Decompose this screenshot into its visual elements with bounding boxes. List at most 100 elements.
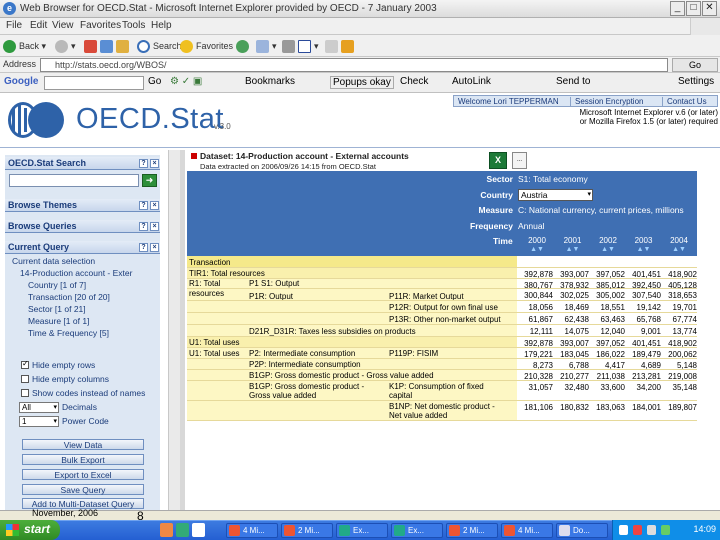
query-tree-item[interactable]: 14-Production account - Exter [20, 268, 132, 279]
maximize-button[interactable]: □ [686, 1, 701, 16]
settings-button[interactable]: Settings [678, 76, 714, 87]
collapse-icon[interactable]: × [150, 243, 159, 252]
sendto-button[interactable]: Send to [556, 76, 590, 87]
menu-help[interactable]: Help [151, 20, 172, 31]
google-go-button[interactable]: Go [148, 76, 161, 87]
browse-themes-header[interactable]: Browse Themes ? × [5, 199, 160, 212]
query-tree-item[interactable]: Country [1 of 7] [28, 280, 86, 291]
menu-file[interactable]: File [6, 20, 22, 31]
google-search-input[interactable] [44, 76, 144, 90]
quicklaunch-icon[interactable] [160, 523, 173, 537]
help-icon[interactable]: ? [139, 159, 148, 168]
address-go-button[interactable]: Go [672, 58, 718, 72]
favorites-button[interactable]: Favorites [180, 38, 233, 54]
quicklaunch-icon[interactable] [176, 523, 189, 537]
session-encryption-link[interactable]: Session Encryption [570, 97, 643, 106]
view-data-button[interactable]: View Data [22, 439, 144, 450]
query-tree-item[interactable]: Transaction [20 of 20] [28, 292, 110, 303]
menu-edit[interactable]: Edit [30, 20, 47, 31]
export-excel-button[interactable]: Export to Excel [22, 469, 144, 480]
year-column-header[interactable]: 2002 ▲▼ [590, 236, 626, 254]
sort-arrows-icon[interactable]: ▲▼ [519, 245, 555, 254]
start-button[interactable]: start [0, 520, 60, 540]
word-button[interactable]: ▾ [298, 38, 319, 54]
search-panel-header[interactable]: OECD.Stat Search ? × [5, 157, 160, 170]
history-button[interactable] [236, 38, 252, 54]
help-icon[interactable]: ? [139, 201, 148, 210]
task-button[interactable]: Ex... [391, 523, 443, 538]
google-icons[interactable]: ⚙ ✓ ▣ [170, 76, 202, 87]
task-button[interactable]: 2 Mi... [446, 523, 498, 538]
refresh-button[interactable] [100, 38, 116, 54]
expand-icon[interactable]: × [150, 222, 159, 231]
year-column-header[interactable]: 2001 ▲▼ [555, 236, 591, 254]
task-button[interactable]: 2 Mi... [281, 523, 333, 538]
splitter-handle[interactable] [180, 150, 185, 510]
country-select[interactable]: Austria [518, 188, 593, 201]
year-column-header[interactable]: 2004 ▲▼ [661, 236, 697, 254]
expand-icon[interactable]: × [150, 201, 159, 210]
hide-empty-columns-checkbox[interactable] [21, 375, 29, 383]
query-tree-item[interactable]: Current data selection [12, 256, 95, 267]
collapse-icon[interactable]: × [150, 159, 159, 168]
power-code-select[interactable]: 1 [19, 416, 59, 427]
menu-tools[interactable]: Tools [122, 20, 145, 31]
research-button[interactable] [341, 38, 357, 54]
word-quicklaunch-icon[interactable] [192, 523, 205, 537]
popups-button[interactable]: Popups okay [330, 76, 394, 89]
search-input[interactable] [9, 174, 139, 187]
close-button[interactable]: ✕ [702, 1, 717, 16]
contact-us-link[interactable]: Contact Us [662, 97, 707, 106]
check-button[interactable]: Check [400, 76, 428, 87]
welcome-link[interactable]: Welcome Lori TEPPERMAN [458, 97, 559, 106]
task-label: 2 Mi... [298, 526, 320, 535]
row-label: P1 S1: Output [249, 279, 300, 288]
menu-view[interactable]: View [52, 20, 74, 31]
address-input[interactable]: http://stats.oecd.org/WBOS/ [40, 58, 668, 72]
forward-button[interactable]: ▾ [55, 38, 76, 54]
search-go-button[interactable]: ➜ [142, 174, 157, 187]
sort-arrows-icon[interactable]: ▲▼ [590, 245, 626, 254]
bookmarks-button[interactable]: Bookmarks [245, 76, 295, 87]
query-tree-item[interactable]: Time & Frequency [5] [28, 328, 109, 339]
sort-arrows-icon[interactable]: ▲▼ [661, 245, 697, 254]
year-column-header[interactable]: 2003 ▲▼ [626, 236, 662, 254]
current-query-header[interactable]: Current Query ? × [5, 241, 160, 254]
tray-icon[interactable] [647, 525, 656, 535]
bulk-export-button[interactable]: Bulk Export [22, 454, 144, 465]
task-button[interactable]: 4 Mi... [501, 523, 553, 538]
back-button[interactable]: Back ▾ [3, 38, 46, 54]
minimize-button[interactable]: _ [670, 1, 685, 16]
word-icon [298, 40, 311, 54]
sort-arrows-icon[interactable]: ▲▼ [626, 245, 662, 254]
browse-queries-header[interactable]: Browse Queries ? × [5, 220, 160, 233]
home-button[interactable] [116, 38, 132, 54]
hide-empty-rows-checkbox[interactable] [21, 359, 29, 369]
query-tree-item[interactable]: Sector [1 of 21] [28, 304, 86, 315]
print-button[interactable] [282, 38, 298, 54]
decimals-select[interactable]: All [19, 402, 59, 413]
stop-button[interactable] [84, 38, 100, 54]
menu-bar: File Edit View Favorites Tools Help [0, 18, 720, 35]
help-icon[interactable]: ? [139, 222, 148, 231]
autolink-button[interactable]: AutoLink [452, 76, 491, 87]
task-button[interactable]: 4 Mi... [226, 523, 278, 538]
sidebar-scrollbar[interactable] [168, 150, 180, 510]
save-query-button[interactable]: Save Query [22, 484, 144, 495]
menu-favorites[interactable]: Favorites [80, 20, 121, 31]
messenger-button[interactable] [325, 38, 341, 54]
show-codes-checkbox[interactable] [21, 389, 29, 397]
task-button[interactable]: Ex... [336, 523, 388, 538]
other-export-icon[interactable]: ... [512, 152, 527, 169]
help-icon[interactable]: ? [139, 243, 148, 252]
tray-icon[interactable] [661, 525, 670, 535]
task-button[interactable]: Do... [556, 523, 608, 538]
search-button[interactable]: Search [137, 38, 182, 54]
excel-export-icon[interactable]: X [489, 152, 507, 169]
year-column-header[interactable]: 2000 ▲▼ [519, 236, 555, 254]
tray-icon[interactable] [633, 525, 642, 535]
query-tree-item[interactable]: Measure [1 of 1] [28, 316, 89, 327]
mail-button[interactable]: ▾ [256, 38, 277, 54]
tray-icon[interactable] [619, 525, 628, 535]
sort-arrows-icon[interactable]: ▲▼ [555, 245, 591, 254]
